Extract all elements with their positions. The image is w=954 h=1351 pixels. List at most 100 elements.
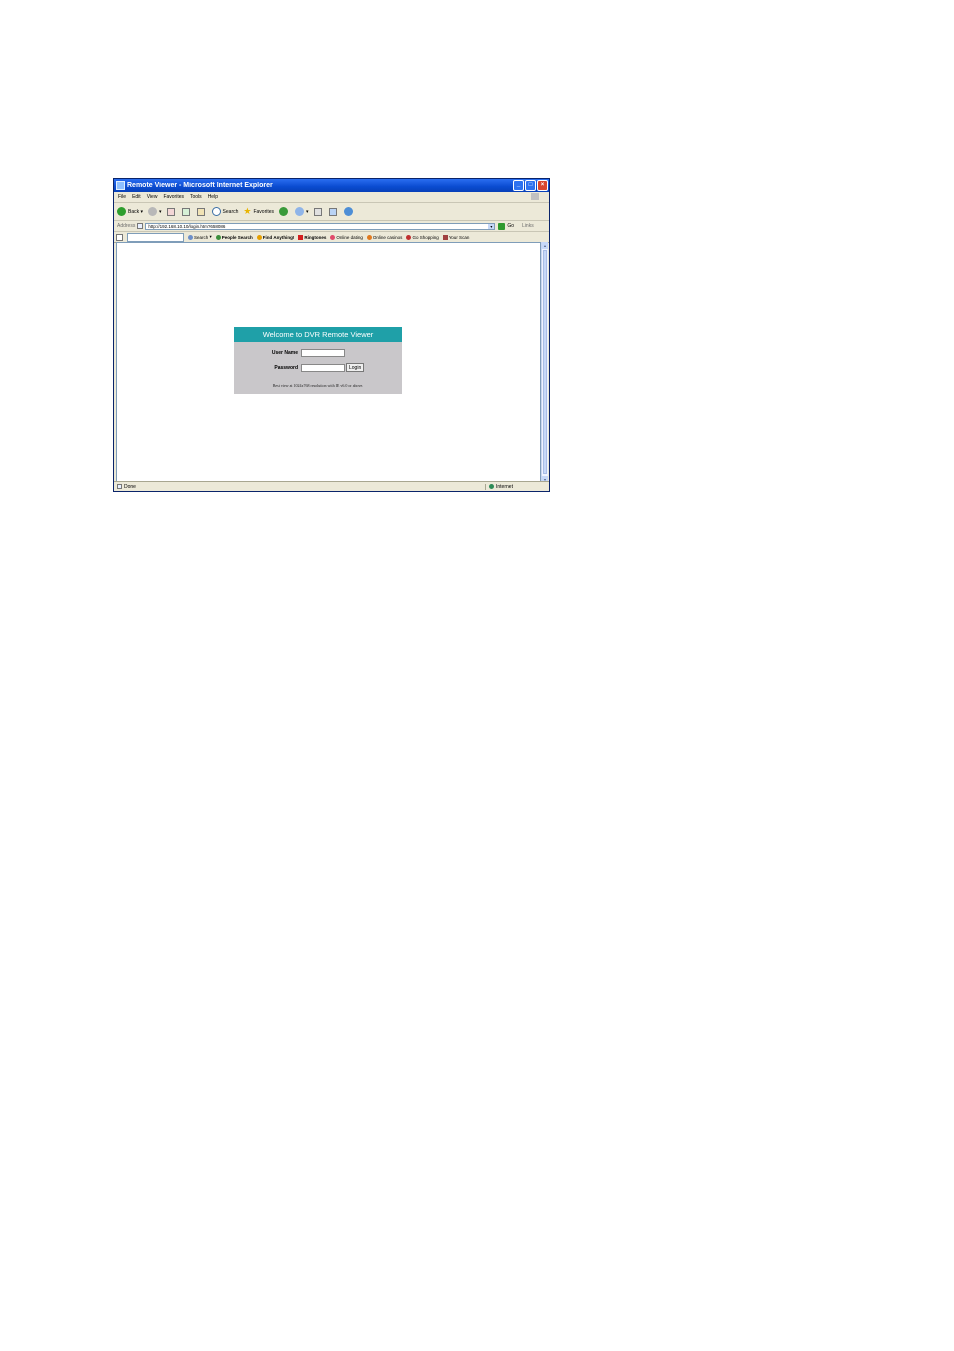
- search-label: Search: [222, 208, 239, 215]
- link-your-scan[interactable]: Your Scan: [442, 234, 470, 240]
- username-input[interactable]: [301, 349, 345, 357]
- magnifier-icon: [188, 234, 193, 240]
- toolbar-logo-icon: [116, 233, 123, 241]
- find-icon: [256, 234, 262, 240]
- status-zone: Internet: [485, 483, 549, 490]
- home-icon: [196, 207, 205, 216]
- history-button[interactable]: [279, 207, 290, 216]
- minimize-button[interactable]: _: [513, 180, 524, 191]
- link-ringtones[interactable]: Ringtones: [298, 234, 327, 240]
- heart-icon: [330, 234, 336, 240]
- toolbar-search-button[interactable]: Search ▾: [188, 234, 212, 240]
- username-row: User Name: [264, 349, 345, 357]
- status-done: Done: [114, 484, 485, 490]
- link-label: Go Shopping: [412, 234, 439, 240]
- go-label: Go: [507, 223, 515, 229]
- link-online-dating[interactable]: Online dating: [330, 234, 363, 240]
- status-text: Done: [124, 483, 136, 490]
- home-button[interactable]: [196, 207, 207, 216]
- casino-icon: [366, 234, 372, 240]
- people-icon: [215, 234, 221, 240]
- refresh-button[interactable]: [181, 207, 192, 216]
- login-header: Welcome to DVR Remote Viewer: [234, 327, 402, 342]
- stop-button[interactable]: [166, 207, 177, 216]
- hot-badge-icon: [298, 234, 304, 240]
- address-label: Address: [117, 223, 136, 229]
- page-status-icon: [117, 484, 122, 489]
- toolbar-search-label: Search: [194, 234, 209, 240]
- forward-arrow-icon: [148, 207, 158, 216]
- page-content: Welcome to DVR Remote Viewer User Name P…: [116, 242, 541, 483]
- login-panel: Welcome to DVR Remote Viewer User Name P…: [234, 327, 402, 394]
- back-arrow-icon: [117, 207, 126, 216]
- messenger-icon: [343, 207, 353, 216]
- links-button[interactable]: Links: [522, 223, 534, 229]
- title-bar: Remote Viewer - Microsoft Internet Explo…: [114, 179, 549, 192]
- stop-icon: [166, 207, 175, 216]
- vertical-scrollbar[interactable]: ▴ ▾: [541, 242, 548, 483]
- menu-favorites[interactable]: Favorites: [163, 194, 184, 200]
- username-label: User Name: [271, 350, 298, 356]
- menu-help[interactable]: Help: [208, 194, 218, 200]
- status-bar: Done Internet: [114, 481, 549, 491]
- link-online-casinos[interactable]: Online casinos: [366, 234, 403, 240]
- standard-toolbar: Back ▾ ▾ Search ★ Favorites ▾: [114, 203, 549, 221]
- refresh-icon: [181, 207, 190, 216]
- ie-app-icon: [116, 181, 125, 190]
- windows-flag-icon: [531, 193, 539, 200]
- address-bar: Address http://192.168.10.10/login.htm?6…: [114, 221, 549, 232]
- menu-view[interactable]: View: [147, 194, 158, 200]
- shopping-icon: [406, 234, 412, 240]
- link-label: Find Anything!: [262, 234, 295, 240]
- favorites-label: Favorites: [253, 208, 275, 215]
- favorites-button[interactable]: ★ Favorites: [243, 206, 274, 217]
- mail-button[interactable]: ▾: [295, 207, 309, 216]
- zone-text: Internet: [496, 483, 513, 490]
- ie-window: Remote Viewer - Microsoft Internet Explo…: [113, 178, 550, 492]
- back-label: Back: [128, 208, 140, 215]
- go-button[interactable]: Go: [498, 222, 515, 230]
- address-dropdown-icon[interactable]: ▾: [488, 223, 495, 229]
- edit-button[interactable]: [328, 207, 339, 216]
- link-label: Ringtones: [304, 234, 327, 240]
- menu-edit[interactable]: Edit: [132, 194, 141, 200]
- maximize-button[interactable]: □: [525, 180, 536, 191]
- edit-icon: [328, 207, 337, 216]
- link-label: Online casinos: [372, 234, 403, 240]
- address-input[interactable]: http://192.168.10.10/login.htm?658086 ▾: [145, 222, 496, 230]
- password-row: Password Login: [264, 363, 365, 372]
- menu-tools[interactable]: Tools: [190, 194, 202, 200]
- scan-icon: [442, 234, 448, 240]
- link-label: Your Scan: [448, 234, 470, 240]
- link-find-anything[interactable]: Find Anything!: [256, 234, 295, 240]
- history-icon: [279, 207, 289, 216]
- mail-icon: [295, 207, 305, 216]
- resolution-note: Best view at 1024x768 resolution with IE…: [272, 383, 364, 388]
- link-label: People Search: [221, 234, 253, 240]
- scroll-up-arrow-icon[interactable]: ▴: [542, 242, 548, 249]
- password-input[interactable]: [301, 363, 345, 372]
- search-button[interactable]: Search: [211, 207, 239, 216]
- print-button[interactable]: [313, 207, 324, 216]
- password-label: Password: [274, 364, 298, 371]
- messenger-button[interactable]: [343, 207, 355, 216]
- address-url: http://192.168.10.10/login.htm?658086: [148, 223, 226, 229]
- star-icon: ★: [243, 206, 252, 216]
- window-title: Remote Viewer - Microsoft Internet Explo…: [127, 182, 273, 189]
- page-icon: [137, 223, 144, 229]
- search-icon: [211, 207, 221, 216]
- go-arrow-icon: [498, 222, 506, 230]
- globe-icon: [489, 484, 494, 489]
- toolbar-search-input[interactable]: [127, 232, 184, 242]
- link-label: Online dating: [336, 234, 363, 240]
- link-people-search[interactable]: People Search: [215, 234, 253, 240]
- forward-button[interactable]: ▾: [148, 207, 162, 216]
- scrollbar-thumb[interactable]: [543, 250, 547, 474]
- link-go-shopping[interactable]: Go Shopping: [406, 234, 439, 240]
- menu-bar: File Edit View Favorites Tools Help: [114, 192, 549, 203]
- menu-file[interactable]: File: [118, 194, 126, 200]
- login-button[interactable]: Login: [346, 363, 365, 372]
- print-icon: [313, 207, 322, 216]
- back-button[interactable]: Back ▾: [117, 207, 143, 216]
- close-button[interactable]: ×: [537, 180, 548, 191]
